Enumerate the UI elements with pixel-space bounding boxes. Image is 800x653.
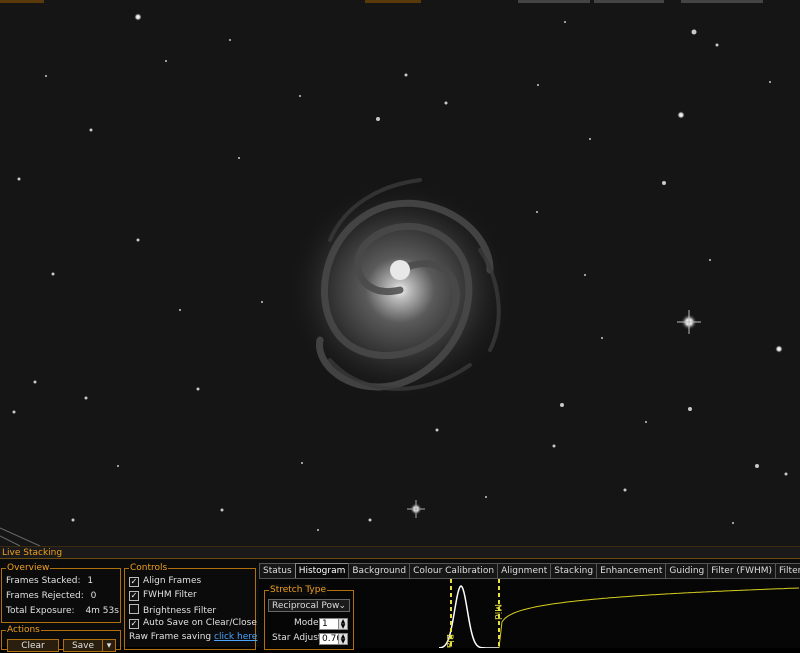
raw-frame-row: Raw Frame saving click here — [129, 632, 257, 642]
stretch-curve — [498, 587, 800, 648]
stacked-image-view[interactable] — [0, 0, 800, 546]
tab-background[interactable]: Background — [348, 563, 411, 578]
tab-filter-brightne[interactable]: Filter (Brightne — [775, 563, 800, 578]
actions-legend: Actions — [6, 624, 41, 636]
align-frames-label: Align Frames — [143, 576, 202, 586]
frames-rejected-label: Frames Rejected: — [6, 591, 84, 601]
toolbar-fragment — [594, 0, 664, 3]
brightness-filter-checkbox[interactable] — [129, 604, 139, 614]
stretch-type-legend: Stretch Type — [269, 584, 327, 596]
toolbar-fragment — [365, 0, 421, 3]
tab-enhancement[interactable]: Enhancement — [596, 563, 667, 578]
star-adjust-input[interactable]: 0.70 — [319, 633, 342, 645]
stretch-type-value: Reciprocal Pow — [272, 601, 340, 611]
tab-colour-calibration[interactable]: Colour Calibration — [409, 563, 499, 578]
fwhm-filter-checkbox[interactable]: ✓ — [129, 591, 139, 601]
tab-stacking[interactable]: Stacking — [550, 563, 598, 578]
tab-histogram[interactable]: Histogram — [294, 563, 350, 578]
total-exposure-value: 4m 53s — [85, 606, 119, 616]
raw-frame-link[interactable]: click here — [214, 632, 257, 642]
align-frames-row[interactable]: ✓ Align Frames — [129, 576, 201, 587]
live-stacking-panel: Live Stacking Overview Frames Stacked: 1… — [0, 546, 800, 652]
mid-marker-label: Mid — [492, 604, 502, 620]
star-adjust-spinner[interactable]: ▲ ▼ — [338, 633, 348, 645]
stretch-type-select[interactable]: Reciprocal Pow ⌄ — [268, 599, 350, 612]
tab-guiding[interactable]: Guiding — [665, 563, 709, 578]
fwhm-filter-label: FWHM Filter — [143, 590, 197, 600]
align-frames-checkbox[interactable]: ✓ — [129, 577, 139, 587]
auto-save-checkbox[interactable]: ✓ — [129, 619, 139, 629]
galaxy-image — [0, 13, 788, 546]
total-exposure-row: Total Exposure: 4m 53s — [6, 606, 119, 616]
auto-save-row[interactable]: ✓ Auto Save on Clear/Close — [129, 618, 257, 629]
tab-filter-fwhm[interactable]: Filter (FWHM) — [707, 563, 777, 578]
controls-legend: Controls — [129, 562, 169, 574]
frames-stacked-row: Frames Stacked: 1 — [6, 576, 93, 586]
brightness-filter-label: Brightness Filter — [143, 606, 217, 616]
tab-alignment[interactable]: Alignment — [497, 563, 552, 578]
fwhm-filter-row[interactable]: ✓ FWHM Filter — [129, 590, 197, 601]
toolbar-fragment — [0, 0, 44, 3]
total-exposure-label: Total Exposure: — [6, 606, 75, 616]
frames-rejected-value: 0 — [90, 591, 97, 601]
toolbar-fragment — [518, 0, 590, 3]
mode-input[interactable]: 1 — [319, 618, 339, 630]
frames-stacked-value: 1 — [87, 576, 94, 586]
tab-status[interactable]: Status — [259, 563, 296, 578]
panel-title: Live Stacking — [0, 547, 800, 559]
overview-group: Overview Frames Stacked: 1 Frames Reject… — [1, 562, 121, 623]
controls-group: Controls ✓ Align Frames ✓ FWHM Filter Brig… — [124, 562, 257, 650]
actions-group: Actions Clear Save ▾ — [1, 624, 121, 652]
mode-spinner[interactable]: ▲ ▼ — [338, 618, 348, 630]
stretch-type-group: Stretch Type Reciprocal Pow ⌄ Mode 1 ▲ ▼ … — [264, 584, 354, 650]
tab-bar: Status Histogram Background Colour Calibrat… — [259, 563, 800, 578]
frames-rejected-row: Frames Rejected: 0 — [6, 591, 96, 601]
chevron-down-icon: ⌄ — [338, 601, 346, 611]
star-adjust-label: Star Adjust — [272, 633, 322, 643]
brightness-filter-row[interactable]: Brightness Filter — [129, 604, 216, 616]
toolbar-fragment — [681, 0, 763, 3]
raw-frame-label: Raw Frame saving — [129, 632, 212, 642]
mode-label: Mode — [294, 618, 319, 628]
histogram-plot[interactable]: Bla Mid — [439, 579, 800, 648]
frames-stacked-label: Frames Stacked: — [6, 576, 81, 586]
auto-save-label: Auto Save on Clear/Close — [143, 618, 257, 628]
overview-legend: Overview — [6, 562, 51, 574]
histogram-tab-content: Stretch Type Reciprocal Pow ⌄ Mode 1 ▲ ▼ … — [259, 578, 800, 650]
